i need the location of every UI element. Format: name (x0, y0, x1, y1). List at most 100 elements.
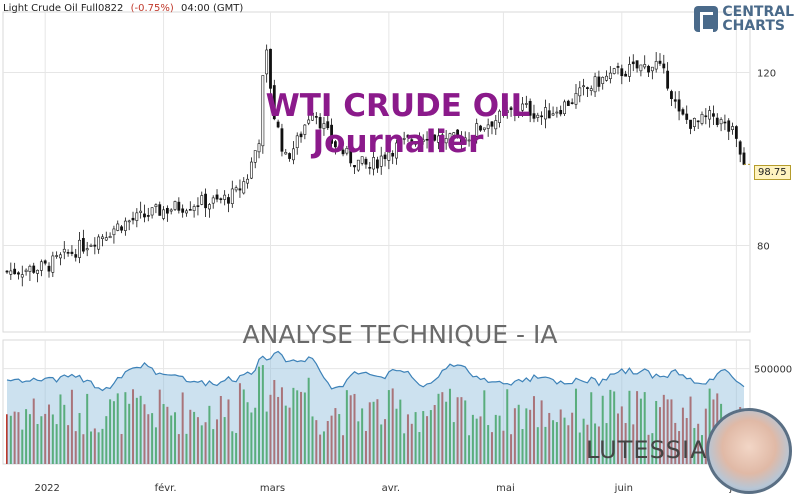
candle-body (207, 204, 211, 210)
candle-body (108, 235, 112, 239)
candle-body (139, 210, 143, 213)
candle-body (173, 201, 177, 210)
candle-body (666, 70, 670, 89)
candle-body (143, 213, 146, 218)
candle-body (677, 99, 681, 112)
candle-body (616, 66, 620, 68)
candle-body (376, 159, 379, 169)
candle-body (227, 197, 230, 204)
candle-body (9, 270, 13, 275)
candle-body (639, 64, 643, 72)
candle-body (650, 66, 654, 72)
candle-body (196, 205, 200, 207)
candle-body (608, 72, 612, 79)
candle-body (589, 88, 593, 91)
candle-body (593, 76, 597, 93)
candle-body (597, 76, 601, 87)
candle-body (685, 113, 689, 120)
candle-body (658, 60, 662, 64)
candle-body (32, 265, 36, 273)
candle-body (51, 255, 55, 273)
candle-body (85, 248, 89, 251)
x-tick-label: 2022 (34, 483, 59, 494)
candle-body (601, 76, 605, 84)
candle-body (715, 117, 719, 125)
assistant-avatar (706, 408, 792, 494)
candle-body (738, 141, 742, 155)
logo-text: CENTRAL CHARTS (722, 5, 794, 33)
candle-body (647, 65, 650, 73)
candle-body (24, 269, 28, 272)
logo-line2: CHARTS (722, 18, 785, 34)
candle-body (605, 75, 608, 81)
candle-body (223, 194, 227, 200)
candle-body (269, 48, 272, 89)
candle-body (181, 208, 185, 213)
candle-body (204, 193, 207, 209)
candle-body (692, 117, 696, 127)
candle-body (586, 87, 589, 89)
candle-body (28, 265, 32, 272)
candle-body (689, 119, 692, 129)
x-tick-label: mars (260, 483, 285, 494)
timestamp: 04:00 (GMT) (180, 3, 244, 14)
price-chart: 2022févr.marsavr.maijuinjuil.80120500000 (2, 11, 792, 494)
candle-body (112, 228, 116, 236)
candle-body (81, 238, 85, 252)
candle-body (185, 210, 188, 214)
candle-body (620, 68, 624, 77)
candle-body (559, 110, 563, 115)
candle-body (578, 87, 582, 97)
candle-body (708, 110, 712, 120)
candle-body (731, 126, 734, 130)
watermark-timeframe: Journalier (312, 124, 484, 160)
candle-body (200, 195, 204, 205)
candle-body (120, 226, 123, 231)
candle-body (165, 207, 169, 214)
candle-body (5, 270, 9, 273)
candle-body (234, 187, 238, 191)
candle-body (162, 209, 165, 219)
candle-body (158, 204, 162, 216)
candle-body (353, 165, 356, 168)
price-tick-label: 80 (757, 242, 770, 253)
candle-body (215, 194, 219, 200)
candle-body (700, 113, 704, 124)
candle-body (635, 60, 639, 69)
price-change: (-0.75%) (130, 3, 174, 14)
candle-body (154, 204, 158, 207)
candle-body (261, 75, 265, 147)
candle-body (211, 197, 215, 204)
current-price-tag: 98.75 (754, 165, 791, 180)
candle-body (551, 113, 555, 116)
candle-body (47, 265, 51, 272)
candle-body (188, 209, 192, 211)
candle-body (532, 113, 536, 119)
candle-body (219, 198, 223, 200)
candle-body (670, 91, 673, 100)
candle-body (146, 215, 150, 217)
candle-body (97, 236, 101, 250)
watermark-instrument: WTI CRUDE OIL (265, 88, 531, 124)
x-tick-label: mai (496, 483, 515, 494)
candle-body (265, 49, 269, 75)
candle-body (36, 269, 39, 274)
candle-body (742, 152, 746, 165)
candle-body (249, 161, 253, 179)
candle-body (696, 120, 700, 123)
chart-header: Light Crude Oil Full0822 (-0.75%) 04:00 … (3, 3, 243, 14)
candle-body (89, 244, 93, 247)
candle-body (673, 99, 677, 102)
price-tick-label: 120 (757, 69, 776, 80)
candle-body (93, 244, 97, 247)
candle-body (116, 223, 120, 231)
candle-body (704, 115, 708, 118)
watermark-title: WTI CRUDE OIL Journalier (266, 88, 531, 160)
x-tick-label: juin (614, 483, 633, 494)
candle-body (127, 220, 131, 223)
candle-body (643, 64, 647, 68)
watermark-analysis: ANALYSE TECHNIQUE - IA (242, 320, 558, 349)
logo-line1: CENTRAL (722, 4, 794, 20)
candle-body (55, 255, 59, 257)
instrument-name: Light Crude Oil Full0822 (3, 3, 124, 14)
